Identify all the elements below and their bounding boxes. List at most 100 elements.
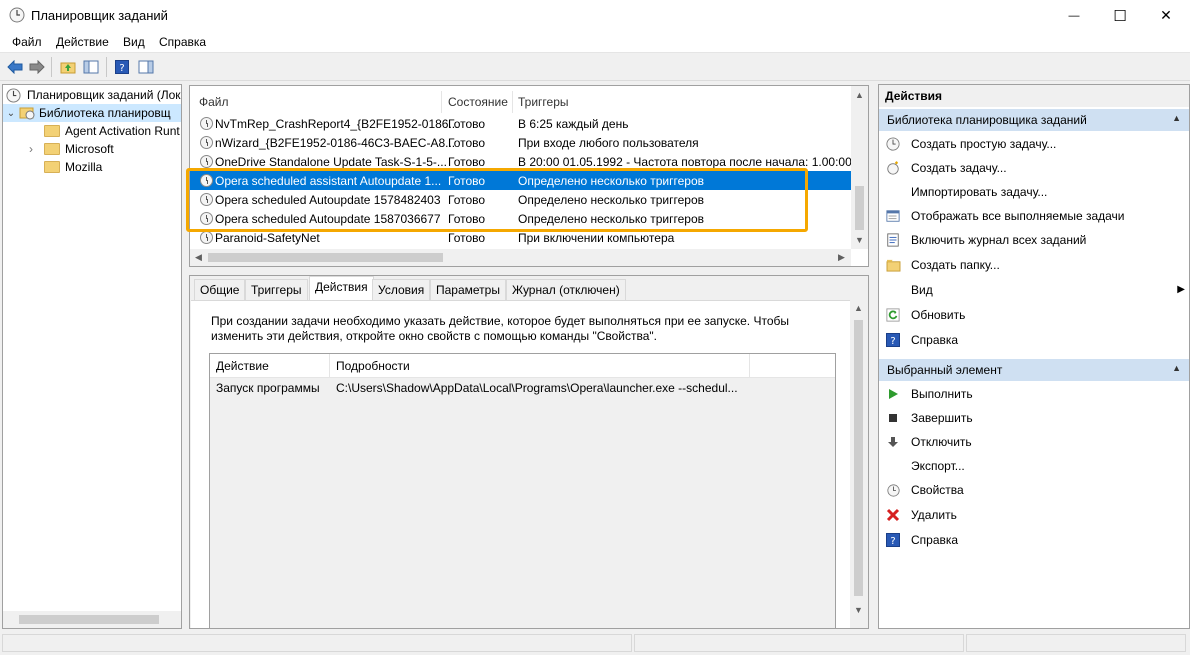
section-title: Библиотека планировщика заданий [887,113,1087,127]
section-header-selected-item[interactable]: Выбранный элемент ▲ [879,359,1189,381]
help-icon: ? [885,532,901,548]
show-hide-console-tree-button[interactable] [81,57,101,77]
action-label: Выполнить [911,387,973,401]
section-header-library[interactable]: Библиотека планировщика заданий ▲ [879,109,1189,131]
forward-button[interactable] [27,57,47,77]
action-create-task[interactable]: Создать задачу... [885,158,1007,178]
table-row[interactable]: Запуск программы C:\Users\Shadow\AppData… [210,378,835,398]
collapse-icon[interactable]: ▲ [1172,363,1181,373]
tab-history[interactable]: Журнал (отключен) [506,279,626,300]
task-name: Opera scheduled Autoupdate 1578482403 [215,193,441,207]
action-refresh[interactable]: Обновить [885,305,965,325]
close-button[interactable]: ✕ [1143,0,1189,31]
column-header-status[interactable]: Состояние [448,95,508,109]
action-help[interactable]: ? Справка [885,330,958,350]
collapse-icon[interactable]: ▲ [1172,113,1181,123]
task-row-selected[interactable]: Opera scheduled assistant Autoupdate 1..… [190,171,851,190]
column-header-action[interactable]: Действие [216,359,269,373]
tree-item-mozilla[interactable]: Mozilla [44,158,102,176]
scroll-thumb[interactable] [208,253,443,262]
column-header-triggers[interactable]: Триггеры [518,95,569,109]
scroll-down-icon[interactable]: ▼ [854,606,863,615]
task-status: Готово [448,155,486,169]
tree-item-library[interactable]: ⌄ Библиотека планировщ [3,104,181,122]
task-list-horizontal-scrollbar[interactable]: ◀ ▶ [190,249,851,266]
up-folder-button[interactable] [58,57,78,77]
action-disable[interactable]: Отключить [885,432,972,452]
menu-view[interactable]: Вид [123,35,145,49]
action-label: Включить журнал всех заданий [911,233,1087,247]
menu-help[interactable]: Справка [159,35,206,49]
action-export[interactable]: Экспорт... [885,456,965,476]
task-row[interactable]: Opera scheduled Autoupdate 1578482403 Го… [190,190,851,209]
scroll-right-icon[interactable]: ▶ [838,253,845,262]
tab-actions[interactable]: Действия [309,276,374,301]
task-row[interactable]: Opera scheduled Autoupdate 1587036677 Го… [190,209,851,228]
action-end[interactable]: Завершить [885,408,973,428]
maximize-button[interactable]: ☐ [1097,0,1143,31]
scroll-up-icon[interactable]: ▲ [855,91,864,100]
details-vertical-scrollbar[interactable]: ▲ ▼ [850,300,867,620]
tree-item-microsoft[interactable]: › Microsoft [29,140,114,158]
tab-conditions[interactable]: Условия [372,279,431,300]
action-properties[interactable]: Свойства [885,480,964,500]
scroll-thumb[interactable] [855,186,864,230]
action-enable-history[interactable]: Включить журнал всех заданий [885,230,1086,250]
menu-action[interactable]: Действие [56,35,109,49]
status-cell [634,634,964,652]
status-cell [966,634,1186,652]
action-import-task[interactable]: Импортировать задачу... [885,182,1047,202]
action-new-folder[interactable]: Создать папку... [885,255,1000,275]
tree-horizontal-scrollbar[interactable] [3,611,181,628]
scroll-thumb[interactable] [19,615,159,624]
scroll-down-icon[interactable]: ▼ [855,236,864,245]
task-list-vertical-scrollbar[interactable]: ▲ ▼ [851,86,868,249]
scroll-left-icon[interactable]: ◀ [195,253,202,262]
show-hide-action-pane-button[interactable] [136,57,156,77]
tab-content: При создании задачи необходимо указать д… [191,300,850,628]
task-row[interactable]: nWizard_{B2FE1952-0186-46C3-BAEC-A8... Г… [190,133,851,152]
scroll-up-icon[interactable]: ▲ [854,304,863,313]
task-trigger: Определено несколько триггеров [518,212,705,226]
run-icon [885,386,901,402]
task-name: NvTmRep_CrashReport4_{B2FE1952-0186... [215,117,459,131]
action-help-selected[interactable]: ? Справка [885,530,958,550]
task-status: Готово [448,174,486,188]
action-delete[interactable]: Удалить [885,505,957,525]
tree-root-label: Планировщик заданий (Лок [27,88,181,102]
minimize-button[interactable]: — [1051,0,1097,31]
tab-triggers[interactable]: Триггеры [245,279,308,300]
action-view[interactable]: Вид ▶ [885,280,1185,300]
back-button[interactable] [5,57,25,77]
action-create-basic-task[interactable]: Создать простую задачу... [885,134,1056,154]
column-header-details[interactable]: Подробности [336,359,410,373]
task-row[interactable]: Paranoid-SafetyNet Готово При включении … [190,228,851,247]
task-list: Файл Состояние Триггеры NvTmRep_CrashRep… [189,85,869,267]
action-show-running-tasks[interactable]: Отображать все выполняемые задачи [885,206,1125,226]
tree-item-agent[interactable]: Agent Activation Runt [44,122,180,140]
action-label: Справка [911,533,959,547]
scroll-thumb[interactable] [854,320,863,596]
toolbar: ? [0,53,1190,81]
tab-settings[interactable]: Параметры [430,279,506,300]
menu-file[interactable]: Файл [12,35,42,49]
running-tasks-icon [885,208,901,224]
action-label: Создать папку... [911,258,1000,272]
task-row[interactable]: OneDrive Standalone Update Task-S-1-5-..… [190,152,868,171]
task-row[interactable]: NvTmRep_CrashReport4_{B2FE1952-0186... Г… [190,114,851,133]
chevron-down-icon[interactable]: ⌄ [3,108,19,119]
action-label: Удалить [911,508,957,522]
column-header-name[interactable]: Файл [199,95,229,109]
tree-root[interactable]: Планировщик заданий (Лок [6,86,181,104]
action-type: Запуск программы [216,381,320,395]
help-button[interactable]: ? [112,57,132,77]
disable-icon [885,434,901,450]
delete-icon [885,507,901,523]
chevron-right-icon[interactable]: › [29,142,44,156]
action-run[interactable]: Выполнить [885,384,973,404]
task-name: OneDrive Standalone Update Task-S-1-5-..… [215,155,447,169]
tab-general[interactable]: Общие [194,279,246,300]
close-icon: ✕ [1160,7,1172,23]
task-clock-icon [200,136,213,149]
action-label: Отключить [911,435,972,449]
